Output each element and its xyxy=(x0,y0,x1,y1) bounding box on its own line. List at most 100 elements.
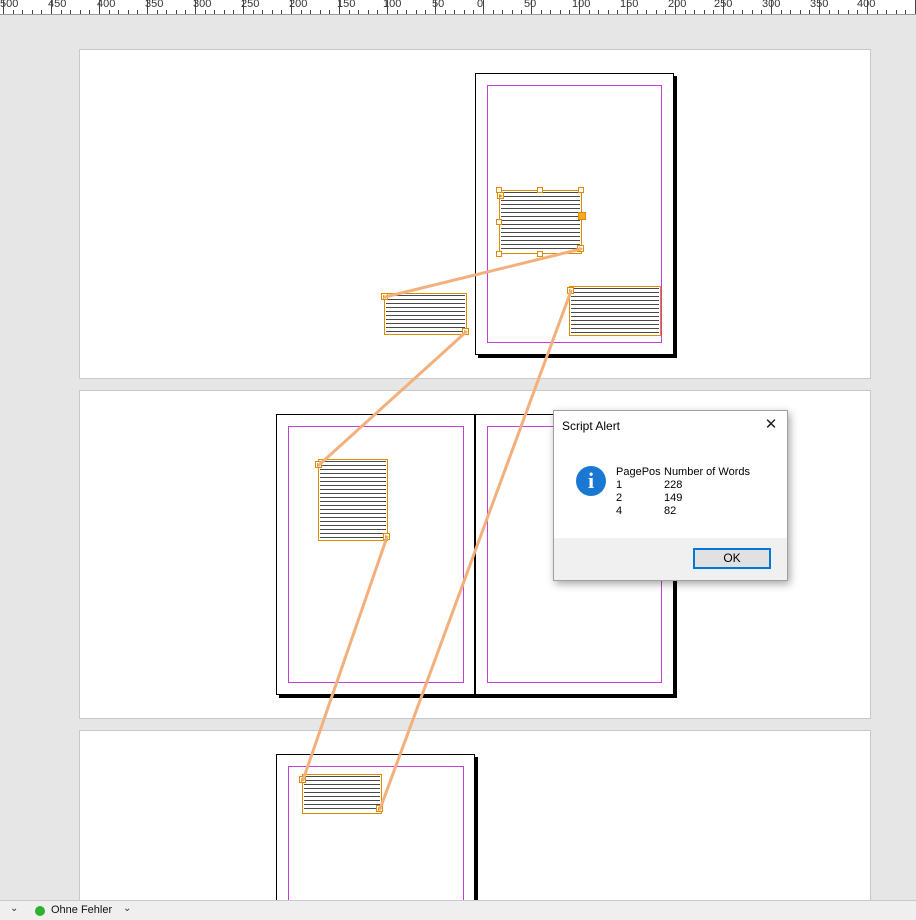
out-port[interactable] xyxy=(577,245,584,252)
in-port[interactable] xyxy=(381,293,388,300)
selection-handle[interactable] xyxy=(578,187,584,193)
word-count-table: PagePos Number of Words 1 228 2 149 4 82 xyxy=(616,465,750,517)
ruler-tick xyxy=(166,10,168,14)
ruler-tick xyxy=(790,10,792,14)
ruler-tick xyxy=(339,0,340,14)
ruler-tick xyxy=(243,0,244,14)
script-alert-dialog[interactable]: Script Alert ✕ i PagePos Number of Words… xyxy=(553,410,788,581)
ruler-tick xyxy=(463,10,465,14)
spread-3-pasteboard[interactable] xyxy=(79,730,871,905)
ruler-tick xyxy=(579,0,580,14)
ruler-tick xyxy=(636,10,638,14)
word-count-cell: 149 xyxy=(664,491,683,504)
text-frame[interactable] xyxy=(569,286,661,336)
text-frame[interactable] xyxy=(318,459,388,541)
text-content xyxy=(501,192,580,252)
ruler-tick xyxy=(511,10,513,14)
ruler-tick xyxy=(300,10,302,14)
ruler-tick xyxy=(281,10,283,14)
ruler-tick xyxy=(742,10,744,14)
ruler-tick xyxy=(223,10,225,14)
in-port[interactable] xyxy=(497,192,504,199)
ruler-tick xyxy=(3,0,4,14)
chevron-down-icon[interactable]: ⌄ xyxy=(10,903,18,914)
ruler-tick xyxy=(271,10,273,14)
ruler-tick xyxy=(867,0,868,14)
ruler-label: 100 xyxy=(572,0,591,10)
ruler-tick xyxy=(761,10,763,14)
ruler-tick xyxy=(396,10,398,14)
ruler-tick xyxy=(723,0,724,14)
dialog-title: Script Alert xyxy=(562,419,621,433)
ruler-label: 200 xyxy=(668,0,687,10)
ruler-tick xyxy=(60,10,62,14)
ruler-tick xyxy=(809,10,811,14)
ok-button[interactable]: OK xyxy=(693,548,771,569)
table-row: 4 82 xyxy=(616,504,750,517)
text-frame[interactable] xyxy=(302,774,382,814)
ruler-tick xyxy=(665,10,667,14)
selection-handle[interactable] xyxy=(537,187,543,193)
ruler-tick xyxy=(79,10,81,14)
ruler-tick xyxy=(895,10,897,14)
ruler-tick xyxy=(684,10,686,14)
ruler-tick xyxy=(425,10,427,14)
ruler-tick xyxy=(310,10,312,14)
text-content xyxy=(571,288,659,334)
chevron-down-icon[interactable]: ⌄ xyxy=(123,903,131,914)
ruler-tick xyxy=(531,0,532,14)
selection-handle[interactable] xyxy=(496,219,502,225)
ruler-label: 50 xyxy=(432,0,445,10)
ruler-tick xyxy=(252,10,254,14)
close-button[interactable]: ✕ xyxy=(761,416,781,434)
ruler-tick xyxy=(41,10,43,14)
selection-handle[interactable] xyxy=(496,251,502,257)
ruler-tick xyxy=(598,10,600,14)
ruler-tick xyxy=(732,10,734,14)
selection-handle[interactable] xyxy=(537,251,543,257)
text-frame[interactable] xyxy=(384,293,467,335)
in-port[interactable] xyxy=(567,287,574,294)
ruler-tick xyxy=(646,10,648,14)
ruler-tick xyxy=(905,10,907,14)
out-port[interactable] xyxy=(383,533,390,540)
ruler-tick xyxy=(444,10,446,14)
ruler-tick xyxy=(108,10,110,14)
in-port[interactable] xyxy=(315,461,322,468)
table-header: PagePos Number of Words xyxy=(616,465,750,478)
ruler-tick xyxy=(204,10,206,14)
text-content xyxy=(386,295,465,333)
out-port[interactable] xyxy=(462,328,469,335)
out-port[interactable] xyxy=(376,805,383,812)
ruler-tick xyxy=(147,0,148,14)
ruler-tick xyxy=(12,10,14,14)
ruler-tick xyxy=(473,10,475,14)
text-frame-selected[interactable] xyxy=(499,190,582,254)
page-pos-cell: 4 xyxy=(616,504,623,517)
ruler-tick xyxy=(262,10,264,14)
ruler-tick xyxy=(521,10,523,14)
ruler-tick xyxy=(694,10,696,14)
ruler-tick xyxy=(876,10,878,14)
ruler-tick xyxy=(713,10,715,14)
in-port[interactable] xyxy=(299,776,306,783)
ruler-tick xyxy=(387,0,388,14)
ruler-tick xyxy=(70,10,72,14)
ruler-tick xyxy=(406,10,408,14)
selection-handle[interactable] xyxy=(578,212,586,220)
horizontal-ruler[interactable]: 500 450 400 350 300 250 200 150 100 50 0… xyxy=(0,0,916,15)
ruler-tick xyxy=(799,10,801,14)
preflight-status[interactable]: Ohne Fehler xyxy=(51,904,112,916)
ruler-tick xyxy=(156,10,158,14)
text-content xyxy=(320,461,386,539)
ruler-tick xyxy=(655,10,657,14)
ruler-tick xyxy=(780,10,782,14)
column-header: PagePos xyxy=(616,465,661,478)
ruler-tick xyxy=(99,0,100,14)
ruler-tick xyxy=(377,10,379,14)
ruler-tick xyxy=(838,10,840,14)
ruler-tick xyxy=(348,10,350,14)
ruler-tick xyxy=(319,10,321,14)
ruler-tick xyxy=(847,10,849,14)
ruler-tick xyxy=(175,10,177,14)
